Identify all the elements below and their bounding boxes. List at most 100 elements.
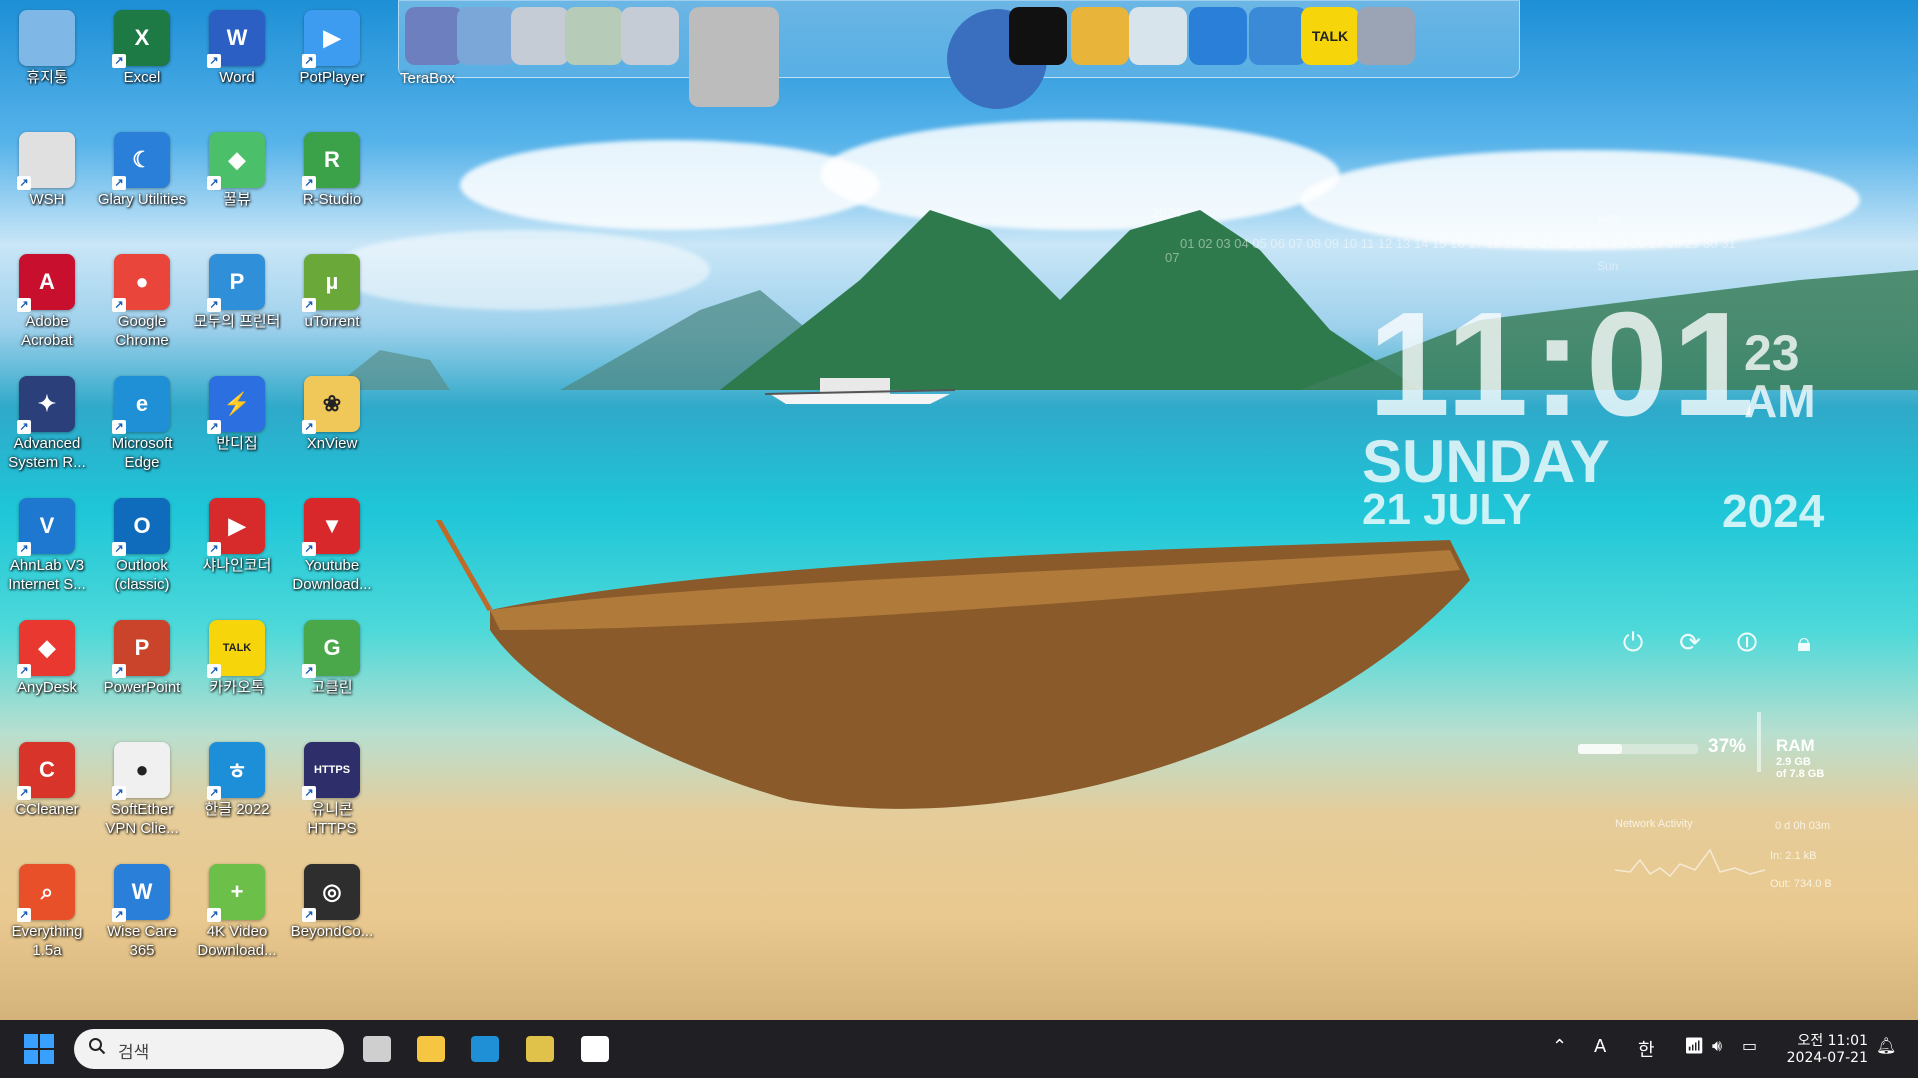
icon-glyph: W (226, 25, 248, 50)
unicorn-https-icon: HTTPS ↗ (302, 742, 360, 800)
volume-icon[interactable]: 🔊︎ (1712, 1036, 1722, 1056)
desktop-icon[interactable]: ◆ ↗ 꿀뷰 (191, 126, 283, 244)
desktop-icon-label: Advanced System R... (8, 435, 86, 471)
network-globe-icon[interactable] (457, 7, 515, 65)
desktop-icon[interactable]: ❀ ↗ XnView (286, 370, 378, 488)
tray-time[interactable]: 오전 11:01 (1788, 1030, 1868, 1050)
r-app-icon[interactable] (523, 1032, 557, 1066)
icon-glyph: ● (135, 757, 149, 782)
icon-glyph: O (133, 513, 151, 538)
desktop-icon[interactable]: V ↗ AhnLab V3 Internet S... (1, 492, 93, 610)
desktop-icon[interactable]: ● ↗ SoftEther VPN Clie... (96, 736, 188, 854)
ram-percent: 37% (1708, 736, 1747, 757)
power-off-icon[interactable]: ⏻ (1618, 628, 1648, 658)
desktop-icon[interactable]: A ↗ Adobe Acrobat (1, 248, 93, 366)
desktop-icon[interactable]: + ↗ 4K Video Download... (191, 858, 283, 976)
desktop-icon[interactable]: HTTPS ↗ 유니콘 HTTPS (286, 736, 378, 854)
tray-date[interactable]: 2024-07-21 (1778, 1050, 1868, 1066)
desktop-icon[interactable]: 휴지통 (1, 4, 93, 122)
tshirt-icon[interactable] (1009, 7, 1067, 65)
desktop-icon[interactable]: ✦ ↗ Advanced System R... (1, 370, 93, 488)
taskbar-icon-shape (526, 1036, 554, 1062)
desktop-icon[interactable]: O ↗ Outlook (classic) (96, 492, 188, 610)
tools-icon[interactable] (689, 7, 779, 107)
icon-glyph: µ (325, 269, 339, 294)
desktop-icon[interactable]: ● ↗ Google Chrome (96, 248, 188, 366)
desktop-icon[interactable]: C ↗ CCleaner (1, 736, 93, 854)
recycle-bin-icon[interactable] (1129, 7, 1187, 65)
desktop-icon[interactable]: W ↗ Wise Care 365 (96, 858, 188, 976)
microsoft-store-icon[interactable] (578, 1032, 612, 1066)
glary-utilities-icon: ☾ ↗ (112, 132, 170, 190)
folder-icon[interactable] (511, 7, 569, 65)
shortcut-arrow-icon: ↗ (207, 542, 221, 556)
desktop-icon[interactable]: ☾ ↗ Glary Utilities (96, 126, 188, 244)
task-view-icon[interactable] (360, 1032, 394, 1066)
hammer-icon[interactable] (1071, 7, 1129, 65)
icon-glyph: V (39, 513, 55, 538)
icon-glyph: ㅎ (226, 759, 248, 784)
windows-logo-icon (24, 1034, 38, 1048)
shortcut-arrow-icon: ↗ (302, 176, 316, 190)
file-explorer-icon[interactable] (414, 1032, 448, 1066)
shortcut-arrow-icon: ↗ (302, 54, 316, 68)
battery-icon[interactable]: ▭ (1742, 1036, 1757, 1055)
shortcut-arrow-icon: ↗ (112, 298, 126, 312)
desktop-icon[interactable]: ◎ ↗ BeyondCo... (286, 858, 378, 976)
show-hidden-icons-icon[interactable]: ⌃ (1552, 1036, 1567, 1057)
desktop-icon[interactable]: X ↗ Excel (96, 4, 188, 122)
desktop-icon[interactable]: ㅎ ↗ 한글 2022 (191, 736, 283, 854)
outlook-icon: O ↗ (112, 498, 170, 556)
search-box[interactable]: 검색 (74, 1029, 344, 1069)
taskbar-icon-shape (417, 1036, 445, 1062)
registry-icon[interactable] (1357, 7, 1415, 65)
shortcut-arrow-icon: ↗ (207, 786, 221, 800)
desktop-icon[interactable]: W ↗ Word (191, 4, 283, 122)
glary-moon-icon[interactable] (1189, 7, 1247, 65)
folder-open-icon[interactable] (621, 7, 679, 65)
desktop-icon[interactable]: ▼ ↗ Youtube Download... (286, 492, 378, 610)
ram-usage-bar (1578, 744, 1698, 754)
desktop-icon[interactable]: R ↗ R-Studio (286, 126, 378, 244)
desktop-icon-label: 휴지통 (26, 69, 68, 86)
kakaotalk-icon[interactable]: TALK (1301, 7, 1359, 65)
desktop-icon[interactable]: G ↗ 고클린 (286, 614, 378, 732)
desktop-icon[interactable]: e ↗ Microsoft Edge (96, 370, 188, 488)
icon-glyph: P (229, 269, 245, 294)
desktop-icon-label: 꿀뷰 (223, 191, 251, 208)
desktop-icon[interactable]: ▶ ↗ PotPlayer (286, 4, 378, 122)
desktop-icon-label: Everything 1.5a (11, 923, 83, 959)
folder-green-icon[interactable] (565, 7, 623, 65)
desktop-icon[interactable]: ◆ ↗ AnyDesk (1, 614, 93, 732)
network-out: Out: 734.0 B (1770, 878, 1832, 890)
shortcut-arrow-icon: ↗ (112, 542, 126, 556)
start-button[interactable] (24, 1034, 54, 1064)
desktop-icon[interactable]: P ↗ 모두의 프린터 (191, 248, 283, 366)
notification-bell-icon[interactable]: 🔔︎ (1876, 1036, 1896, 1055)
network-uptime: 0 d 0h 03m (1775, 820, 1831, 832)
desktop-icon[interactable]: TALK ↗ 카카오톡 (191, 614, 283, 732)
logoff-icon[interactable]: ⏼ (1732, 628, 1762, 658)
desktop-icon[interactable]: ▶ ↗ 샤나인코더 (191, 492, 283, 610)
desktop-icon-label: Excel (123, 69, 161, 86)
lock-icon[interactable]: 🔒︎ (1789, 628, 1819, 658)
goclean-icon: G ↗ (302, 620, 360, 678)
ime-mode-indicator[interactable]: A (1594, 1036, 1606, 1057)
desktop-icon[interactable]: ⚡ ↗ 반디집 (191, 370, 283, 488)
xnview-icon: ❀ ↗ (302, 376, 360, 434)
ime-language-indicator[interactable]: 한 (1638, 1036, 1655, 1062)
desktop-icon-label: PowerPoint (103, 679, 181, 696)
icon-glyph: ◆ (228, 147, 246, 172)
wise-shield-icon[interactable] (1249, 7, 1307, 65)
desktop-icon[interactable]: µ ↗ uTorrent (286, 248, 378, 366)
wifi-icon[interactable]: 📶︎ (1684, 1036, 1704, 1055)
desktop-icon[interactable]: P ↗ PowerPoint (96, 614, 188, 732)
terabox-icon[interactable] (405, 7, 463, 65)
microsoft-edge-icon[interactable] (468, 1032, 502, 1066)
desktop-icon[interactable]: ↗ WSH (1, 126, 93, 244)
restart-icon[interactable]: ⟳ (1675, 628, 1705, 658)
ccleaner-icon: C ↗ (17, 742, 75, 800)
taskbar-icon-shape (471, 1036, 499, 1062)
desktop-icon[interactable]: ⌕ ↗ Everything 1.5a (1, 858, 93, 976)
shortcut-arrow-icon: ↗ (17, 664, 31, 678)
